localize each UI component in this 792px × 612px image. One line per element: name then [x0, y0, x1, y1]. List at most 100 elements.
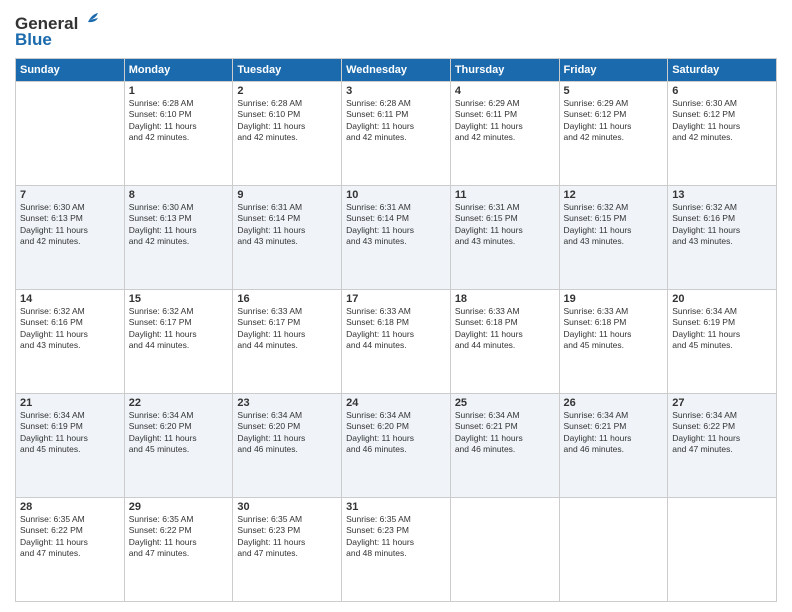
- day-number: 30: [237, 501, 337, 513]
- day-number: 5: [564, 85, 664, 97]
- calendar-cell: 3Sunrise: 6:28 AM Sunset: 6:11 PM Daylig…: [342, 82, 451, 186]
- day-number: 29: [129, 501, 229, 513]
- day-number: 18: [455, 293, 555, 305]
- logo: General Blue: [15, 14, 100, 50]
- day-info: Sunrise: 6:35 AM Sunset: 6:22 PM Dayligh…: [20, 514, 120, 560]
- calendar-header-row: SundayMondayTuesdayWednesdayThursdayFrid…: [16, 59, 777, 82]
- day-number: 1: [129, 85, 229, 97]
- day-info: Sunrise: 6:35 AM Sunset: 6:23 PM Dayligh…: [237, 514, 337, 560]
- day-number: 26: [564, 397, 664, 409]
- day-number: 31: [346, 501, 446, 513]
- day-of-week-header: Friday: [559, 59, 668, 82]
- day-number: 9: [237, 189, 337, 201]
- day-info: Sunrise: 6:33 AM Sunset: 6:17 PM Dayligh…: [237, 306, 337, 352]
- header: General Blue: [15, 10, 777, 50]
- day-number: 15: [129, 293, 229, 305]
- day-number: 2: [237, 85, 337, 97]
- day-number: 11: [455, 189, 555, 201]
- day-info: Sunrise: 6:34 AM Sunset: 6:20 PM Dayligh…: [346, 410, 446, 456]
- day-info: Sunrise: 6:34 AM Sunset: 6:22 PM Dayligh…: [672, 410, 772, 456]
- calendar-cell: 2Sunrise: 6:28 AM Sunset: 6:10 PM Daylig…: [233, 82, 342, 186]
- day-number: 12: [564, 189, 664, 201]
- calendar-cell: [450, 498, 559, 602]
- calendar-cell: 26Sunrise: 6:34 AM Sunset: 6:21 PM Dayli…: [559, 394, 668, 498]
- calendar-cell: 8Sunrise: 6:30 AM Sunset: 6:13 PM Daylig…: [124, 186, 233, 290]
- calendar-cell: 22Sunrise: 6:34 AM Sunset: 6:20 PM Dayli…: [124, 394, 233, 498]
- day-of-week-header: Thursday: [450, 59, 559, 82]
- calendar-cell: 14Sunrise: 6:32 AM Sunset: 6:16 PM Dayli…: [16, 290, 125, 394]
- calendar-cell: [559, 498, 668, 602]
- calendar-cell: 9Sunrise: 6:31 AM Sunset: 6:14 PM Daylig…: [233, 186, 342, 290]
- day-number: 6: [672, 85, 772, 97]
- day-number: 10: [346, 189, 446, 201]
- day-info: Sunrise: 6:28 AM Sunset: 6:11 PM Dayligh…: [346, 98, 446, 144]
- day-number: 7: [20, 189, 120, 201]
- calendar-cell: 17Sunrise: 6:33 AM Sunset: 6:18 PM Dayli…: [342, 290, 451, 394]
- calendar-cell: [16, 82, 125, 186]
- calendar-cell: 24Sunrise: 6:34 AM Sunset: 6:20 PM Dayli…: [342, 394, 451, 498]
- day-info: Sunrise: 6:30 AM Sunset: 6:12 PM Dayligh…: [672, 98, 772, 144]
- day-info: Sunrise: 6:31 AM Sunset: 6:14 PM Dayligh…: [237, 202, 337, 248]
- day-info: Sunrise: 6:32 AM Sunset: 6:16 PM Dayligh…: [20, 306, 120, 352]
- calendar-cell: 27Sunrise: 6:34 AM Sunset: 6:22 PM Dayli…: [668, 394, 777, 498]
- day-info: Sunrise: 6:29 AM Sunset: 6:12 PM Dayligh…: [564, 98, 664, 144]
- day-number: 24: [346, 397, 446, 409]
- day-number: 25: [455, 397, 555, 409]
- calendar-table: SundayMondayTuesdayWednesdayThursdayFrid…: [15, 58, 777, 602]
- day-number: 22: [129, 397, 229, 409]
- calendar-cell: 16Sunrise: 6:33 AM Sunset: 6:17 PM Dayli…: [233, 290, 342, 394]
- day-number: 8: [129, 189, 229, 201]
- day-info: Sunrise: 6:31 AM Sunset: 6:15 PM Dayligh…: [455, 202, 555, 248]
- calendar-cell: 6Sunrise: 6:30 AM Sunset: 6:12 PM Daylig…: [668, 82, 777, 186]
- calendar-cell: 1Sunrise: 6:28 AM Sunset: 6:10 PM Daylig…: [124, 82, 233, 186]
- day-info: Sunrise: 6:32 AM Sunset: 6:15 PM Dayligh…: [564, 202, 664, 248]
- day-info: Sunrise: 6:30 AM Sunset: 6:13 PM Dayligh…: [20, 202, 120, 248]
- day-number: 19: [564, 293, 664, 305]
- day-info: Sunrise: 6:34 AM Sunset: 6:20 PM Dayligh…: [237, 410, 337, 456]
- day-info: Sunrise: 6:35 AM Sunset: 6:22 PM Dayligh…: [129, 514, 229, 560]
- calendar-cell: 20Sunrise: 6:34 AM Sunset: 6:19 PM Dayli…: [668, 290, 777, 394]
- calendar-week-row: 7Sunrise: 6:30 AM Sunset: 6:13 PM Daylig…: [16, 186, 777, 290]
- day-number: 27: [672, 397, 772, 409]
- day-info: Sunrise: 6:32 AM Sunset: 6:16 PM Dayligh…: [672, 202, 772, 248]
- day-info: Sunrise: 6:34 AM Sunset: 6:21 PM Dayligh…: [564, 410, 664, 456]
- day-info: Sunrise: 6:32 AM Sunset: 6:17 PM Dayligh…: [129, 306, 229, 352]
- calendar-cell: 5Sunrise: 6:29 AM Sunset: 6:12 PM Daylig…: [559, 82, 668, 186]
- calendar-week-row: 1 Sunrise: 6:28 AM Sunset: 6:10 PM Daylig…: [16, 82, 777, 186]
- day-info: Sunrise: 6:33 AM Sunset: 6:18 PM Dayligh…: [564, 306, 664, 352]
- calendar-week-row: 28Sunrise: 6:35 AM Sunset: 6:22 PM Dayli…: [16, 498, 777, 602]
- day-number: 28: [20, 501, 120, 513]
- day-info: Sunrise: 6:33 AM Sunset: 6:18 PM Dayligh…: [455, 306, 555, 352]
- calendar-cell: 15Sunrise: 6:32 AM Sunset: 6:17 PM Dayli…: [124, 290, 233, 394]
- calendar-week-row: 21Sunrise: 6:34 AM Sunset: 6:19 PM Dayli…: [16, 394, 777, 498]
- calendar-cell: 11Sunrise: 6:31 AM Sunset: 6:15 PM Dayli…: [450, 186, 559, 290]
- day-number: 13: [672, 189, 772, 201]
- calendar-cell: [668, 498, 777, 602]
- day-of-week-header: Sunday: [16, 59, 125, 82]
- calendar-cell: 28Sunrise: 6:35 AM Sunset: 6:22 PM Dayli…: [16, 498, 125, 602]
- day-info: Sunrise: 6:30 AM Sunset: 6:13 PM Dayligh…: [129, 202, 229, 248]
- day-info: Sunrise: 6:35 AM Sunset: 6:23 PM Dayligh…: [346, 514, 446, 560]
- day-of-week-header: Tuesday: [233, 59, 342, 82]
- day-info: Sunrise: 6:29 AM Sunset: 6:11 PM Dayligh…: [455, 98, 555, 144]
- day-number: 14: [20, 293, 120, 305]
- day-number: 3: [346, 85, 446, 97]
- day-of-week-header: Wednesday: [342, 59, 451, 82]
- day-number: 16: [237, 293, 337, 305]
- calendar-cell: 19Sunrise: 6:33 AM Sunset: 6:18 PM Dayli…: [559, 290, 668, 394]
- day-info: Sunrise: 6:34 AM Sunset: 6:19 PM Dayligh…: [20, 410, 120, 456]
- calendar-cell: 30Sunrise: 6:35 AM Sunset: 6:23 PM Dayli…: [233, 498, 342, 602]
- calendar-cell: 13Sunrise: 6:32 AM Sunset: 6:16 PM Dayli…: [668, 186, 777, 290]
- day-number: 4: [455, 85, 555, 97]
- calendar-cell: 18Sunrise: 6:33 AM Sunset: 6:18 PM Dayli…: [450, 290, 559, 394]
- day-info: Sunrise: 6:28 AM Sunset: 6:10 PM Dayligh…: [237, 98, 337, 144]
- calendar-cell: 4Sunrise: 6:29 AM Sunset: 6:11 PM Daylig…: [450, 82, 559, 186]
- calendar-cell: 10Sunrise: 6:31 AM Sunset: 6:14 PM Dayli…: [342, 186, 451, 290]
- calendar-cell: 25Sunrise: 6:34 AM Sunset: 6:21 PM Dayli…: [450, 394, 559, 498]
- day-number: 20: [672, 293, 772, 305]
- calendar-cell: 31Sunrise: 6:35 AM Sunset: 6:23 PM Dayli…: [342, 498, 451, 602]
- calendar-cell: 12Sunrise: 6:32 AM Sunset: 6:15 PM Dayli…: [559, 186, 668, 290]
- logo-bird-icon: [80, 10, 100, 30]
- day-info: Sunrise: 6:31 AM Sunset: 6:14 PM Dayligh…: [346, 202, 446, 248]
- day-info: Sunrise: 6:34 AM Sunset: 6:21 PM Dayligh…: [455, 410, 555, 456]
